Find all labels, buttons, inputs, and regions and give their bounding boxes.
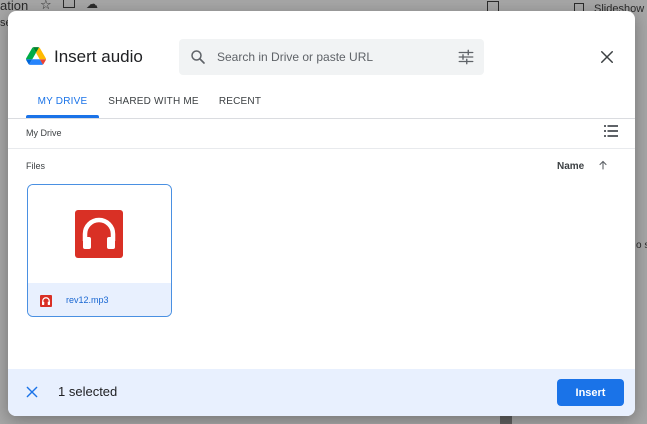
breadcrumb-divider [8, 148, 635, 149]
sort-by-name-button[interactable]: Name [557, 161, 584, 172]
deselect-close-icon[interactable] [25, 385, 39, 399]
bg-move-icon [63, 0, 75, 8]
tab-shared-with-me[interactable]: SHARED WITH ME [106, 91, 201, 119]
tab-divider [8, 118, 635, 119]
dialog-title: Insert audio [54, 47, 143, 66]
search-icon[interactable] [189, 48, 207, 66]
file-thumbnail [28, 185, 171, 283]
arrow-up-icon[interactable] [597, 159, 609, 171]
breadcrumb[interactable]: My Drive [26, 128, 62, 138]
search-box[interactable] [179, 39, 484, 75]
tune-icon[interactable] [457, 48, 475, 66]
selection-count: 1 selected [58, 384, 118, 399]
file-card[interactable]: rev12.mp3 [27, 184, 172, 317]
headphones-icon [75, 210, 123, 258]
insert-button[interactable]: Insert [557, 379, 624, 406]
bg-right-fragment: o s [636, 240, 647, 251]
file-footer: rev12.mp3 [28, 283, 171, 316]
list-view-icon[interactable] [604, 125, 618, 137]
close-icon[interactable] [598, 48, 616, 66]
file-name: rev12.mp3 [66, 295, 109, 305]
selection-bar: 1 selected Insert [8, 369, 635, 416]
section-label-files: Files [26, 161, 46, 171]
dialog-header: Insert audio [8, 11, 635, 91]
search-input[interactable] [217, 46, 447, 68]
insert-audio-dialog: Insert audio Search in Drive or paste UR… [8, 11, 635, 416]
google-drive-icon [26, 47, 46, 65]
tab-bar: MY DRIVE SHARED WITH ME RECENT [8, 91, 635, 119]
bg-cloud-icon: ☁ [86, 0, 98, 11]
bg-bottom-icon [500, 416, 512, 424]
tab-recent[interactable]: RECENT [212, 91, 268, 119]
audio-file-icon [40, 295, 52, 307]
